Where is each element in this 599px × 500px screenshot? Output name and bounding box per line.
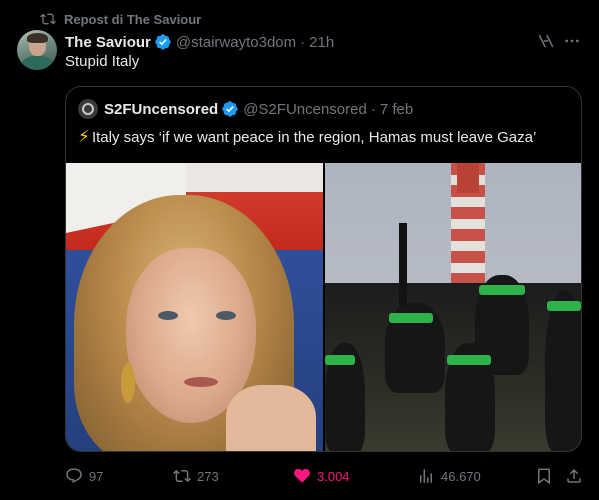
author-handle[interactable]: @stairwayto3dom <box>176 34 296 51</box>
photo-fighters[interactable] <box>324 163 581 451</box>
tweet-time[interactable]: 21h <box>309 34 334 51</box>
separator-dot: · <box>370 100 376 118</box>
verified-icon <box>222 101 238 117</box>
reply-icon <box>66 468 82 484</box>
like-count: 3.004 <box>317 468 350 484</box>
quote-author-handle[interactable]: @S2FUncensored <box>243 101 367 118</box>
tweet-actions: 97 273 3.004 46.670 <box>65 466 582 486</box>
verified-icon <box>155 34 171 50</box>
views-button[interactable]: 46.670 <box>417 467 481 485</box>
quote-text-body: Italy says ‘if we want peace in the regi… <box>91 128 537 146</box>
photo-woman-portrait[interactable] <box>66 163 323 451</box>
repost-indicator[interactable]: Repost di The Saviour <box>40 10 201 28</box>
quote-header: S2FUncensored @S2FUncensored · 7 feb <box>78 99 413 119</box>
quote-text: ⚡ Italy says ‘if we want peace in the re… <box>78 127 536 147</box>
quote-media <box>66 163 581 451</box>
bookmark-icon <box>538 468 550 485</box>
share-icon <box>567 468 581 483</box>
repost-icon <box>40 13 56 25</box>
like-button[interactable]: 3.004 <box>293 467 350 485</box>
like-icon <box>294 468 310 483</box>
grok-icon[interactable] <box>537 32 555 50</box>
repost-label: Repost di The Saviour <box>64 11 202 27</box>
quote-time[interactable]: 7 feb <box>380 101 413 118</box>
reply-count: 97 <box>89 468 104 484</box>
separator-dot: · <box>300 33 306 51</box>
quoted-tweet[interactable]: S2FUncensored @S2FUncensored · 7 feb ⚡ I… <box>65 86 582 452</box>
views-icon <box>420 469 432 483</box>
share-button[interactable] <box>565 467 583 485</box>
bookmark-button[interactable] <box>535 467 553 485</box>
author-avatar[interactable] <box>17 30 57 70</box>
quote-author-name[interactable]: S2FUncensored <box>104 101 218 118</box>
quote-author-avatar[interactable] <box>78 99 98 119</box>
repost-button[interactable]: 273 <box>173 467 219 485</box>
repost-count: 273 <box>197 468 219 484</box>
more-icon[interactable] <box>563 32 581 50</box>
tweet-header: The Saviour @stairwayto3dom · 21h <box>65 31 599 53</box>
tweet-text: Stupid Italy <box>65 53 140 70</box>
lightning-icon: ⚡ <box>78 127 90 146</box>
views-count: 46.670 <box>441 468 481 484</box>
repost-icon <box>173 469 191 483</box>
reply-button[interactable]: 97 <box>65 467 103 485</box>
author-name[interactable]: The Saviour <box>65 34 151 51</box>
